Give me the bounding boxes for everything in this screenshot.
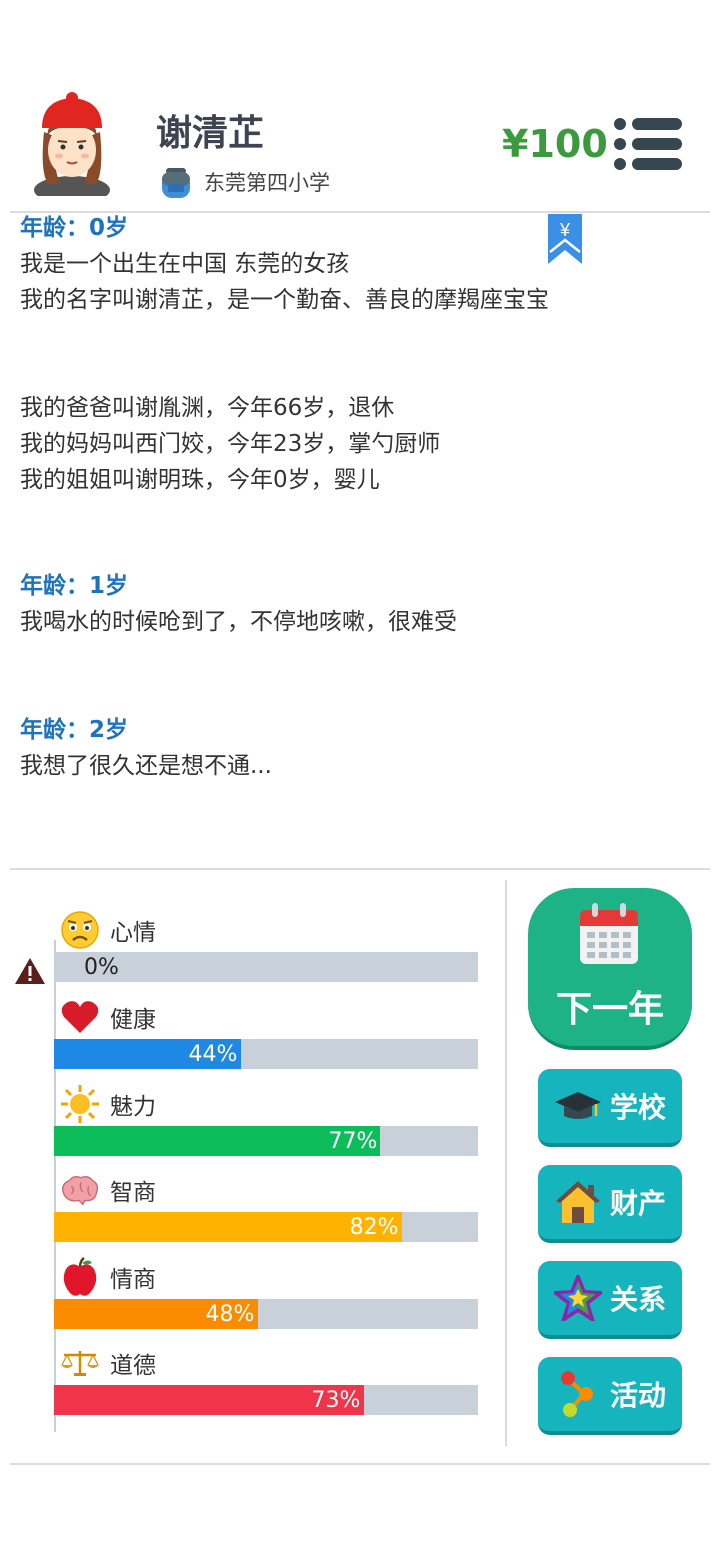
stat-label: 情商 xyxy=(110,1267,156,1293)
profile-header: 谢清芷 东莞第四小学 ¥100 xyxy=(0,80,720,212)
log-line: 我的爸爸叫谢胤渊，今年66岁，退休 xyxy=(20,395,395,421)
stat-mood: 心情 0% xyxy=(54,910,478,982)
relations-button-label: 关系 xyxy=(609,1283,666,1316)
relations-button[interactable]: 关系 xyxy=(538,1261,682,1339)
stat-value: 77% xyxy=(328,1129,378,1154)
school-button[interactable]: 学校 xyxy=(538,1069,682,1147)
stat-value: 82% xyxy=(349,1215,399,1240)
scale-icon xyxy=(60,1343,100,1383)
graduation-cap-icon xyxy=(554,1082,602,1130)
stat-bar: 0% xyxy=(54,952,478,982)
log-line: 我想了很久还是想不通... xyxy=(20,753,272,779)
heart-icon xyxy=(60,997,100,1037)
log-age: 年龄：2岁 xyxy=(20,717,129,743)
panel-divider xyxy=(505,880,507,1446)
molecule-icon xyxy=(554,1370,602,1418)
log-age: 年龄：1岁 xyxy=(20,573,129,599)
stat-charm: 魅力 77% xyxy=(54,1084,478,1156)
bookmark-symbol: ¥ xyxy=(559,220,571,240)
log-line: 我的名字叫谢清芷，是一个勤奋、善良的摩羯座宝宝 xyxy=(20,287,549,313)
money-balance: ¥100 xyxy=(502,122,608,166)
stat-label: 智商 xyxy=(110,1180,156,1206)
stat-health: 健康 44% xyxy=(54,997,478,1069)
stat-label: 健康 xyxy=(110,1007,156,1033)
next-year-label: 下一年 xyxy=(555,989,664,1030)
log-divider xyxy=(10,868,710,870)
stat-value: 73% xyxy=(311,1388,361,1413)
avatar[interactable] xyxy=(30,92,114,196)
activity-button-label: 活动 xyxy=(609,1379,666,1412)
property-button-label: 财产 xyxy=(609,1187,666,1220)
calendar-icon xyxy=(580,903,638,964)
sun-icon xyxy=(60,1084,100,1124)
school-name: 东莞第四小学 xyxy=(204,171,330,195)
bottom-divider xyxy=(10,1463,710,1465)
stat-value: 48% xyxy=(205,1302,255,1327)
warning-icon[interactable] xyxy=(14,957,46,985)
bookmark-icon[interactable]: ¥ xyxy=(546,214,584,266)
property-button[interactable]: 财产 xyxy=(538,1165,682,1243)
stat-label: 心情 xyxy=(110,920,156,946)
backpack-icon xyxy=(162,168,190,198)
brain-icon xyxy=(60,1170,100,1210)
stat-label: 道德 xyxy=(110,1353,156,1379)
log-entry: 年龄：1岁 我喝水的时候呛到了，不停地咳嗽，很难受 xyxy=(20,568,680,640)
activity-button[interactable]: 活动 xyxy=(538,1357,682,1435)
character-name: 谢清芷 xyxy=(156,113,265,154)
star-icon xyxy=(553,1274,602,1322)
sad-face-icon xyxy=(60,910,100,950)
next-year-button[interactable]: 下一年 xyxy=(528,888,692,1050)
school-info: 东莞第四小学 xyxy=(158,164,330,200)
menu-icon[interactable] xyxy=(612,116,684,172)
log-line: 我喝水的时候呛到了，不停地咳嗽，很难受 xyxy=(20,609,457,635)
log-line: 我的妈妈叫西门姣，今年23岁，掌勺厨师 xyxy=(20,431,441,457)
stat-bar: 77% xyxy=(54,1126,478,1156)
stat-morality: 道德 73% xyxy=(54,1343,478,1415)
stat-label: 魅力 xyxy=(110,1094,156,1120)
stat-bar: 82% xyxy=(54,1212,478,1242)
stat-bar: 44% xyxy=(54,1039,478,1069)
apple-icon xyxy=(60,1257,100,1297)
stat-bar: 73% xyxy=(54,1385,478,1415)
stat-eq: 情商 48% xyxy=(54,1257,478,1329)
log-line: 我的姐姐叫谢明珠，今年0岁，婴儿 xyxy=(20,467,380,493)
stat-value: 44% xyxy=(188,1042,238,1067)
stat-value: 0% xyxy=(84,955,119,980)
school-button-label: 学校 xyxy=(609,1091,666,1124)
life-log: 年龄：0岁 我是一个出生在中国 东莞的女孩 我的名字叫谢清芷，是一个勤奋、善良的… xyxy=(20,210,680,784)
stat-bar: 48% xyxy=(54,1299,478,1329)
stat-iq: 智商 82% xyxy=(54,1170,478,1242)
house-icon xyxy=(554,1178,602,1226)
log-entry: 年龄：2岁 我想了很久还是想不通... xyxy=(20,712,680,784)
